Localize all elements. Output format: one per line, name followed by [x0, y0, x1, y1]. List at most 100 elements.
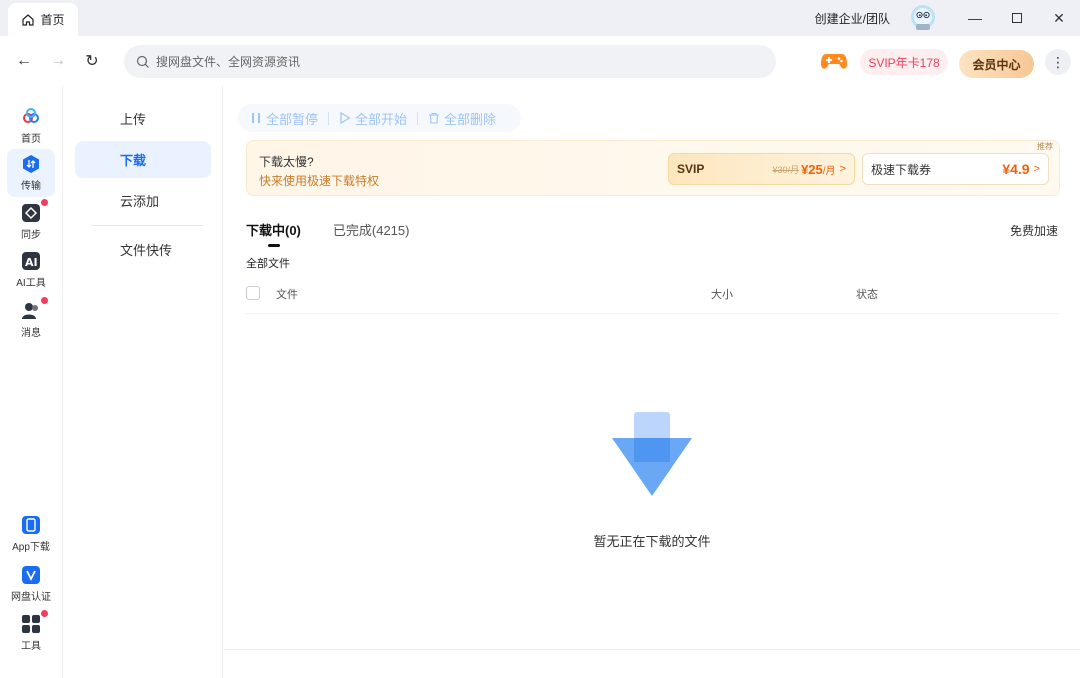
select-all-checkbox[interactable]: [246, 286, 260, 300]
minimize-button[interactable]: —: [954, 0, 996, 36]
speed-ticket-button[interactable]: 极速下载券 ¥4.9 >: [862, 153, 1049, 185]
download-toolbar: 全部暂停 全部开始 全部删除: [238, 104, 521, 132]
svip-offer-name: SVIP: [677, 162, 705, 176]
toolbar-divider: [417, 111, 419, 125]
ticket-price: ¥4.9: [1002, 161, 1030, 177]
breadcrumb[interactable]: 全部文件: [246, 255, 290, 271]
tools-icon: [21, 610, 48, 634]
tab-completed[interactable]: 已完成(4215): [333, 220, 410, 239]
ticket-offer-name: 极速下载券: [871, 162, 932, 177]
empty-state-message: 暂无正在下载的文件: [593, 534, 711, 549]
chevron-right-icon: >: [839, 163, 846, 175]
subnav-cloud-add[interactable]: 云添加: [75, 182, 211, 219]
transfer-icon: [23, 155, 39, 173]
toolbar-divider: [328, 111, 330, 125]
rail-label: 消息: [21, 328, 41, 339]
notification-dot: [41, 610, 48, 617]
search-icon: [136, 55, 149, 68]
subnav-quick-transfer[interactable]: 文件快传: [75, 231, 211, 268]
svg-text:AI: AI: [25, 256, 38, 269]
maximize-icon: [1012, 13, 1022, 23]
subnav-upload[interactable]: 上传: [75, 100, 211, 137]
avatar[interactable]: [908, 3, 938, 33]
close-icon: ✕: [1053, 9, 1065, 26]
play-icon: [340, 112, 351, 124]
subnav-download[interactable]: 下载: [75, 141, 211, 178]
rail-item-sync[interactable]: 同步: [7, 198, 55, 246]
close-button[interactable]: ✕: [1038, 0, 1080, 36]
pause-all-button[interactable]: 全部暂停: [250, 109, 328, 128]
left-rail: 首页 传输 同步 AI AI工具 消息 App下载 网盘认证 工具: [0, 86, 63, 678]
sync-icon: [21, 199, 48, 223]
tab-downloading[interactable]: 下载中(0): [246, 220, 301, 247]
rail-item-app-download[interactable]: App下载: [7, 510, 55, 558]
pause-all-label: 全部暂停: [266, 111, 319, 127]
rail-item-verify[interactable]: 网盘认证: [7, 560, 55, 608]
rail-item-tools[interactable]: 工具: [7, 609, 55, 657]
arrow-right-icon: →: [50, 52, 66, 69]
svip-old-price: ¥30/月: [772, 164, 800, 175]
tab-label: 首页: [40, 13, 65, 27]
search-bar[interactable]: [124, 45, 776, 78]
rail-label: 首页: [21, 134, 41, 145]
rail-label: 同步: [21, 230, 41, 241]
create-team-link[interactable]: 创建企业/团队: [815, 10, 890, 27]
rail-label: 网盘认证: [11, 592, 51, 603]
rail-label: AI工具: [16, 278, 46, 289]
rail-label: 工具: [21, 641, 41, 652]
minimize-icon: —: [968, 10, 982, 26]
svip-price: ¥25: [801, 161, 823, 177]
forward-button[interactable]: →: [46, 49, 70, 73]
more-button[interactable]: ⋮: [1045, 49, 1071, 75]
svip-offer-button[interactable]: SVIP ¥30/月 ¥25 /月 >: [668, 153, 855, 185]
speed-promo-banner: 下载太慢? 快来使用极速下载特权 推荐 SVIP ¥30/月 ¥25 /月 > …: [246, 140, 1060, 196]
rail-item-transfer[interactable]: 传输: [7, 149, 55, 197]
delete-all-label: 全部删除: [444, 111, 497, 127]
more-vertical-icon: ⋮: [1051, 53, 1065, 70]
refresh-icon: ↻: [85, 53, 99, 70]
bottom-divider: [224, 649, 1080, 650]
download-arrow-icon: [612, 412, 692, 496]
app-download-icon: [22, 516, 40, 534]
table-header: 文件 大小 状态: [246, 282, 1058, 314]
pause-icon: [252, 113, 260, 123]
notification-dot: [41, 199, 48, 206]
verify-icon: [22, 566, 40, 584]
trash-icon: [429, 112, 440, 124]
title-bar: 首页 创建企业/团队 — ✕: [0, 0, 1080, 36]
free-accelerate-link[interactable]: 免费加速: [1010, 222, 1058, 239]
column-file[interactable]: 文件: [276, 286, 298, 302]
message-icon: [21, 297, 48, 321]
promo-title: 下载太慢?: [259, 155, 314, 169]
rail-item-messages[interactable]: 消息: [7, 296, 55, 344]
nav-bar: ← → ↻ SVIP年卡178 会员中心 ⋮: [0, 36, 1080, 86]
rail-label: 传输: [21, 181, 41, 192]
transfer-subnav: 上传 下载 云添加 文件快传: [63, 86, 223, 678]
start-all-label: 全部开始: [355, 111, 408, 127]
notification-dot: [41, 297, 48, 304]
ai-tool-icon: AI: [22, 252, 40, 270]
download-tabs: 下载中(0) 已完成(4215): [246, 220, 410, 247]
column-status[interactable]: 状态: [856, 286, 878, 302]
chevron-right-icon: >: [1033, 163, 1040, 175]
home-cloud-icon: [23, 108, 39, 123]
column-size[interactable]: 大小: [711, 286, 733, 302]
arrow-left-icon: ←: [16, 52, 32, 69]
rail-label: App下载: [12, 542, 50, 553]
back-button[interactable]: ←: [12, 49, 36, 73]
delete-all-button[interactable]: 全部删除: [428, 109, 506, 128]
promo-subtitle: 快来使用极速下载特权: [259, 174, 380, 188]
svip-price-unit: /月: [822, 165, 836, 177]
refresh-button[interactable]: ↻: [80, 49, 104, 73]
gamepad-icon[interactable]: [820, 50, 848, 72]
vip-center-button[interactable]: 会员中心: [959, 50, 1034, 78]
main-panel: 全部暂停 全部开始 全部删除 下载太慢? 快来使用极速下载特权 推荐 SVIP …: [224, 86, 1080, 678]
maximize-button[interactable]: [996, 0, 1038, 36]
start-all-button[interactable]: 全部开始: [339, 109, 417, 128]
svip-annual-button[interactable]: SVIP年卡178: [860, 49, 948, 75]
tab-home[interactable]: 首页: [8, 3, 78, 36]
rail-item-ai-tools[interactable]: AI AI工具: [7, 246, 55, 294]
rail-item-home[interactable]: 首页: [7, 102, 55, 150]
subnav-divider: [91, 225, 203, 226]
search-input[interactable]: [156, 54, 736, 69]
